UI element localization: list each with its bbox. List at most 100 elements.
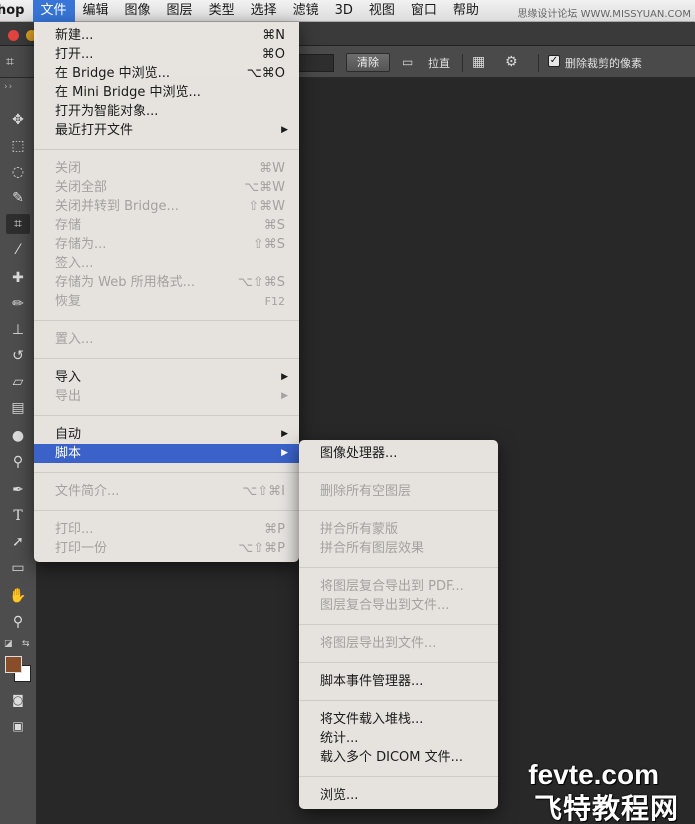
menu-type[interactable]: 类型 — [201, 0, 243, 22]
menu-help[interactable]: 帮助 — [445, 0, 487, 22]
path-selection-tool-icon[interactable]: ➚ — [6, 532, 30, 552]
clone-stamp-tool-icon[interactable]: ⊥ — [6, 320, 30, 340]
menu-item-open[interactable]: 打开... ⌘O — [34, 45, 299, 64]
submenu-item-load-files-into-stack[interactable]: 将文件载入堆栈... — [299, 710, 498, 729]
tools-panel: ›› ✥ ⬚ ◌ ✎ ⌗ ⁄ ✚ ✏ ⊥ ↺ ▱ ▤ ● ⚲ ✒ T ➚ ▭ ✋… — [0, 78, 37, 824]
submenu-item-image-processor[interactable]: 图像处理器... — [299, 444, 498, 463]
close-window-icon[interactable] — [8, 30, 19, 41]
clear-button[interactable]: 清除 — [346, 53, 390, 72]
menu-3d[interactable]: 3D — [327, 0, 361, 22]
default-colors-icon[interactable]: ◪ — [4, 639, 13, 649]
crop-tool-icon[interactable]: ⌗ — [6, 214, 30, 234]
menu-separator — [299, 472, 498, 473]
submenu-item-flatten-layer-effects[interactable]: 拼合所有图层效果 — [299, 539, 498, 558]
menu-item-place[interactable]: 置入... — [34, 330, 299, 349]
foreground-color-swatch[interactable] — [5, 656, 22, 673]
menu-item-revert[interactable]: 恢复 F12 — [34, 292, 299, 311]
logo-text-site-name: 飞特教程网 — [533, 792, 679, 824]
menu-separator — [299, 624, 498, 625]
menu-filter[interactable]: 滤镜 — [285, 0, 327, 22]
blur-tool-icon[interactable]: ● — [6, 426, 30, 446]
submenu-item-load-multiple-dicom[interactable]: 载入多个 DICOM 文件... — [299, 748, 498, 767]
delete-cropped-checkbox[interactable]: ✓ — [548, 55, 560, 67]
menu-item-check-in[interactable]: 签入... — [34, 254, 299, 273]
menu-separator — [34, 149, 299, 150]
menu-item-save[interactable]: 存储 ⌘S — [34, 216, 299, 235]
straighten-label[interactable]: 拉直 — [428, 55, 450, 71]
crop-ratio-field[interactable] — [298, 54, 334, 72]
menu-separator — [34, 472, 299, 473]
submenu-item-export-layers-to-files[interactable]: 将图层导出到文件... — [299, 634, 498, 653]
menu-item-new[interactable]: 新建... ⌘N — [34, 26, 299, 45]
submenu-item-script-events-manager[interactable]: 脚本事件管理器... — [299, 672, 498, 691]
lasso-tool-icon[interactable]: ◌ — [6, 162, 30, 182]
menu-bar: hop 文件 编辑 图像 图层 类型 选择 滤镜 3D 视图 窗口 帮助 思缘设… — [0, 0, 695, 22]
menu-item-open-as-smart-object[interactable]: 打开为智能对象... — [34, 102, 299, 121]
site-logo-watermark: fevte.com 飞特教程网 — [527, 757, 695, 824]
zoom-tool-icon[interactable]: ⚲ — [6, 612, 30, 632]
menu-separator — [299, 776, 498, 777]
menu-file[interactable]: 文件 — [32, 0, 75, 22]
submenu-item-delete-empty-layers[interactable]: 删除所有空图层 — [299, 482, 498, 501]
menu-window[interactable]: 窗口 — [403, 0, 445, 22]
swap-colors-icon[interactable]: ⇆ — [22, 639, 30, 649]
hand-tool-icon[interactable]: ✋ — [6, 586, 30, 606]
pen-tool-icon[interactable]: ✒ — [6, 480, 30, 500]
quick-selection-tool-icon[interactable]: ✎ — [6, 188, 30, 208]
gear-icon[interactable]: ⚙ — [505, 54, 518, 70]
submenu-item-browse[interactable]: 浏览... — [299, 786, 498, 805]
menu-edit[interactable]: 编辑 — [75, 0, 117, 22]
menu-image[interactable]: 图像 — [117, 0, 159, 22]
quick-mask-icon[interactable]: ◙ — [6, 690, 30, 710]
rectangle-tool-icon[interactable]: ▭ — [6, 558, 30, 578]
history-brush-tool-icon[interactable]: ↺ — [6, 346, 30, 366]
submenu-arrow-icon: ▶ — [281, 448, 288, 458]
menu-item-browse-in-bridge[interactable]: 在 Bridge 中浏览... ⌥⌘O — [34, 64, 299, 83]
menu-separator — [34, 320, 299, 321]
brush-tool-icon[interactable]: ✏ — [6, 294, 30, 314]
gradient-tool-icon[interactable]: ▤ — [6, 398, 30, 418]
eraser-tool-icon[interactable]: ▱ — [6, 372, 30, 392]
eyedropper-tool-icon[interactable]: ⁄ — [6, 240, 30, 260]
screen-mode-icon[interactable]: ▣ — [6, 716, 30, 736]
menu-item-file-info[interactable]: 文件简介... ⌥⇧⌘I — [34, 482, 299, 501]
menu-view[interactable]: 视图 — [361, 0, 403, 22]
submenu-item-comps-to-pdf[interactable]: 将图层复合导出到 PDF... — [299, 577, 498, 596]
menu-item-open-recent[interactable]: 最近打开文件 ▶ — [34, 121, 299, 140]
delete-cropped-label: 删除裁剪的像素 — [565, 57, 642, 70]
menu-separator — [34, 415, 299, 416]
menu-item-close-and-go-to-bridge[interactable]: 关闭并转到 Bridge... ⇧⌘W — [34, 197, 299, 216]
menu-item-import[interactable]: 导入 ▶ — [34, 368, 299, 387]
menu-item-export[interactable]: 导出 ▶ — [34, 387, 299, 406]
panel-grip-icon[interactable]: ›› — [4, 82, 13, 92]
menu-item-save-for-web[interactable]: 存储为 Web 所用格式... ⌥⇧⌘S — [34, 273, 299, 292]
healing-brush-tool-icon[interactable]: ✚ — [6, 268, 30, 288]
submenu-arrow-icon: ▶ — [281, 391, 288, 401]
crop-tool-preset-icon[interactable]: ⌗ — [6, 54, 14, 70]
menu-item-close-all[interactable]: 关闭全部 ⌥⌘W — [34, 178, 299, 197]
watermark-text: 思缘设计论坛 WWW.MISSYUAN.COM — [517, 9, 691, 20]
menu-select[interactable]: 选择 — [243, 0, 285, 22]
menu-item-print-one-copy[interactable]: 打印一份 ⌥⇧⌘P — [34, 539, 299, 558]
straighten-icon[interactable]: ▭ — [402, 54, 413, 70]
file-menu-dropdown: 新建... ⌘N 打开... ⌘O 在 Bridge 中浏览... ⌥⌘O 在 … — [34, 22, 299, 562]
menu-layer[interactable]: 图层 — [159, 0, 201, 22]
overlay-grid-icon[interactable]: ▦ — [472, 54, 485, 70]
submenu-item-statistics[interactable]: 统计... — [299, 729, 498, 748]
menu-separator — [34, 358, 299, 359]
app-name-menu[interactable]: hop — [0, 3, 33, 18]
menu-separator — [299, 662, 498, 663]
menu-item-print[interactable]: 打印... ⌘P — [34, 520, 299, 539]
submenu-item-flatten-all-masks[interactable]: 拼合所有蒙版 — [299, 520, 498, 539]
menu-item-automate[interactable]: 自动 ▶ — [34, 425, 299, 444]
menu-separator — [34, 510, 299, 511]
menu-item-close[interactable]: 关闭 ⌘W — [34, 159, 299, 178]
marquee-tool-icon[interactable]: ⬚ — [6, 136, 30, 156]
submenu-item-comps-to-files[interactable]: 图层复合导出到文件... — [299, 596, 498, 615]
dodge-tool-icon[interactable]: ⚲ — [6, 452, 30, 472]
type-tool-icon[interactable]: T — [6, 506, 30, 526]
menu-item-scripts[interactable]: 脚本 ▶ — [34, 444, 299, 463]
menu-item-save-as[interactable]: 存储为... ⇧⌘S — [34, 235, 299, 254]
menu-item-browse-in-mini-bridge[interactable]: 在 Mini Bridge 中浏览... — [34, 83, 299, 102]
move-tool-icon[interactable]: ✥ — [6, 110, 30, 130]
